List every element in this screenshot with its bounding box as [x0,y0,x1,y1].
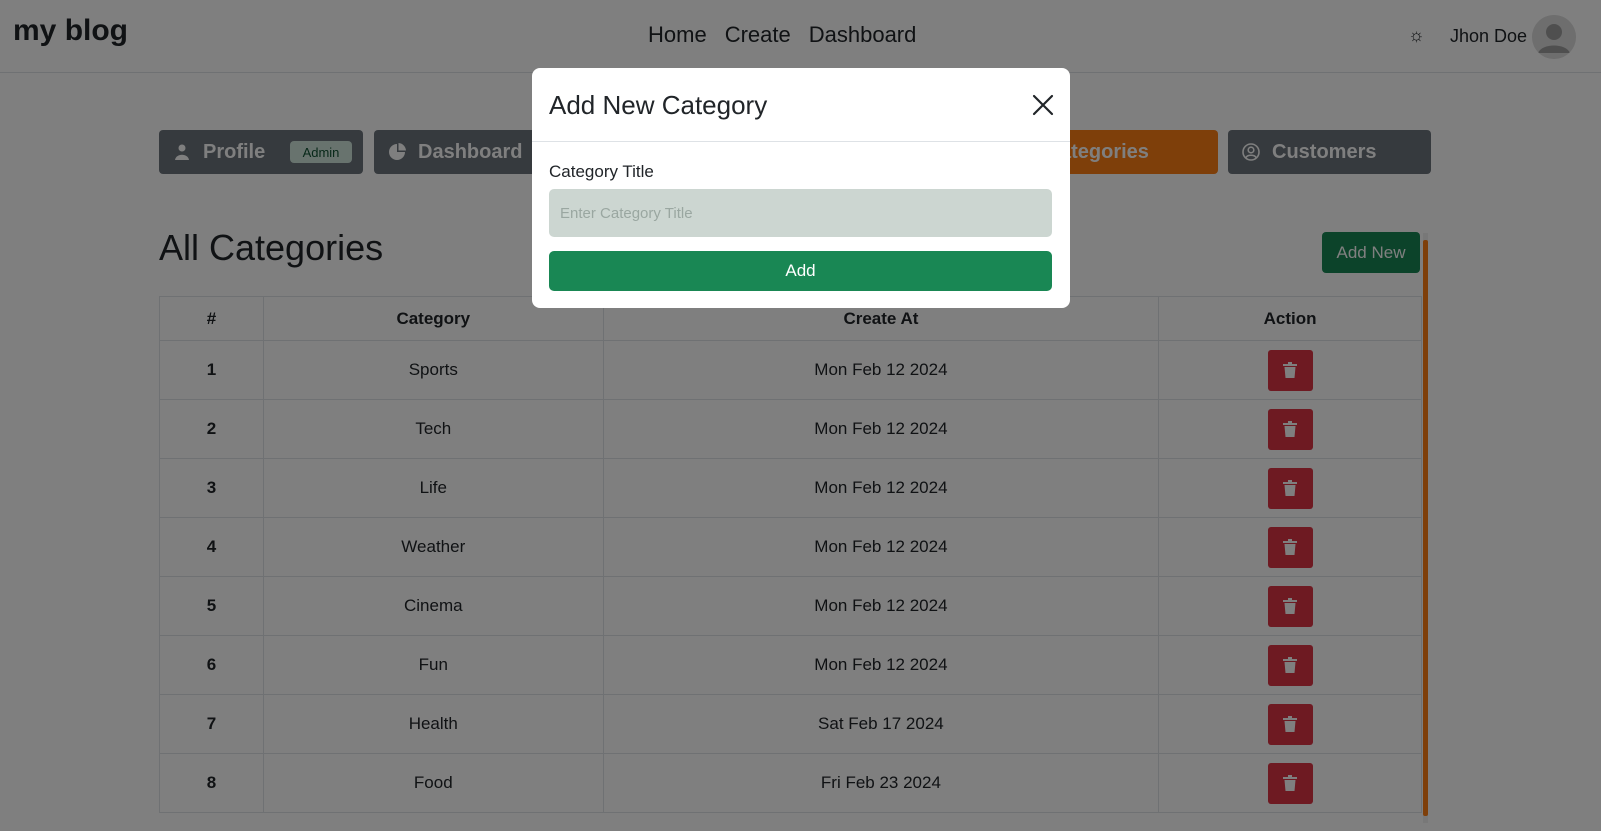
category-title-input[interactable] [549,189,1052,237]
modal-title: Add New Category [549,90,768,120]
add-category-button[interactable]: Add [549,251,1052,291]
category-title-label: Category Title [549,162,654,181]
modal-header: Add New Category [532,68,1070,142]
close-icon[interactable] [1030,92,1056,118]
add-category-modal: Add New Category Category Title Add [532,68,1070,308]
